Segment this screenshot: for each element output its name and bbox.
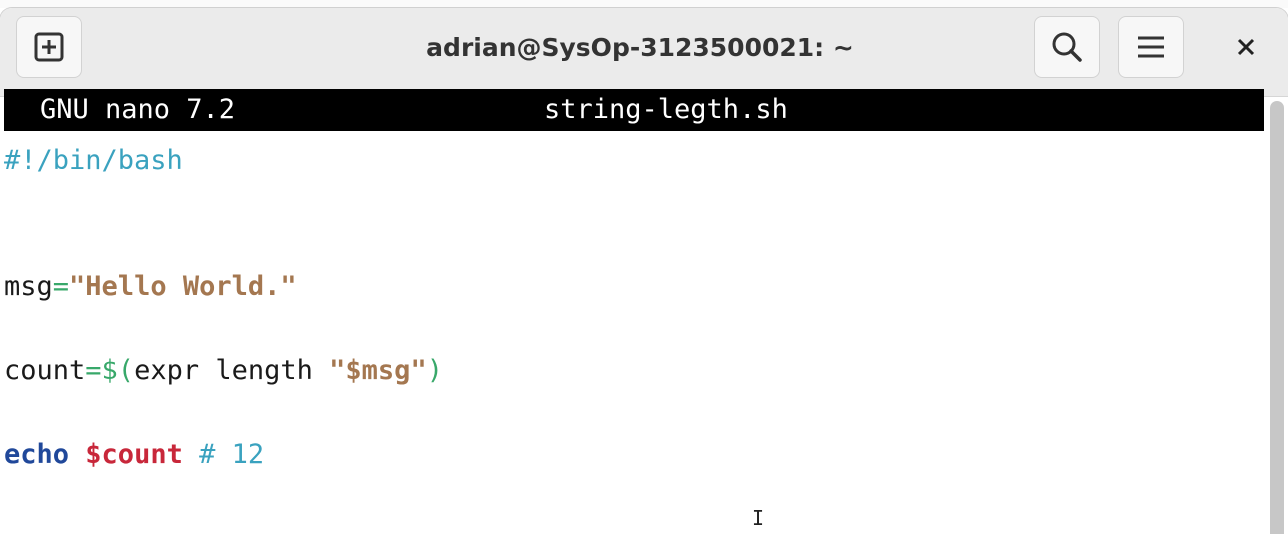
var-name-count: count bbox=[4, 355, 86, 386]
code-line-echo: echo $count # 12 bbox=[4, 437, 264, 473]
terminal-content[interactable]: GNU nano 7.2 string-legth.sh #!/bin/bash… bbox=[4, 89, 1264, 526]
var-name-msg: msg bbox=[4, 271, 53, 302]
nano-header-bar: GNU nano 7.2 string-legth.sh bbox=[4, 89, 1264, 131]
echo-keyword: echo bbox=[4, 439, 70, 470]
search-icon bbox=[1052, 32, 1082, 62]
nano-version: GNU nano 7.2 bbox=[40, 94, 236, 125]
close-button[interactable] bbox=[1208, 16, 1284, 78]
scrollbar-thumb[interactable] bbox=[1270, 101, 1284, 534]
terminal-window: adrian@SysOp-3123500021: ~ GNU nano 7.2 bbox=[0, 8, 1288, 534]
new-tab-button[interactable] bbox=[16, 16, 82, 78]
hamburger-menu-icon bbox=[1138, 36, 1164, 58]
assign-operator: = bbox=[52, 271, 70, 302]
code-line-shebang: #!/bin/bash bbox=[4, 145, 183, 176]
count-reference: $count bbox=[85, 439, 183, 470]
expr-command: expr length bbox=[134, 355, 330, 386]
search-button[interactable] bbox=[1034, 16, 1100, 78]
subshell-open: =$( bbox=[85, 355, 135, 386]
quote-open: " bbox=[329, 355, 346, 386]
code-line-msg: msg="Hello World." bbox=[4, 269, 297, 305]
window-title: adrian@SysOp-3123500021: ~ bbox=[426, 32, 854, 62]
background-terminal-strip bbox=[0, 0, 1288, 8]
background-text bbox=[2, 0, 237, 8]
subshell-close: ) bbox=[426, 355, 443, 386]
text-cursor-icon: I bbox=[752, 506, 765, 530]
scrollbar[interactable] bbox=[1266, 97, 1288, 534]
quote-close: " bbox=[410, 355, 427, 386]
string-literal: "Hello World." bbox=[69, 271, 297, 302]
nano-filename: string-legth.sh bbox=[544, 94, 788, 125]
title-bar: adrian@SysOp-3123500021: ~ bbox=[0, 8, 1288, 97]
code-line-count: count=$(expr length "$msg") bbox=[4, 353, 443, 389]
menu-button[interactable] bbox=[1118, 16, 1184, 78]
comment: # 12 bbox=[199, 439, 265, 470]
new-tab-icon bbox=[34, 32, 64, 62]
close-icon bbox=[1237, 38, 1255, 56]
msg-reference: $msg bbox=[345, 355, 411, 386]
